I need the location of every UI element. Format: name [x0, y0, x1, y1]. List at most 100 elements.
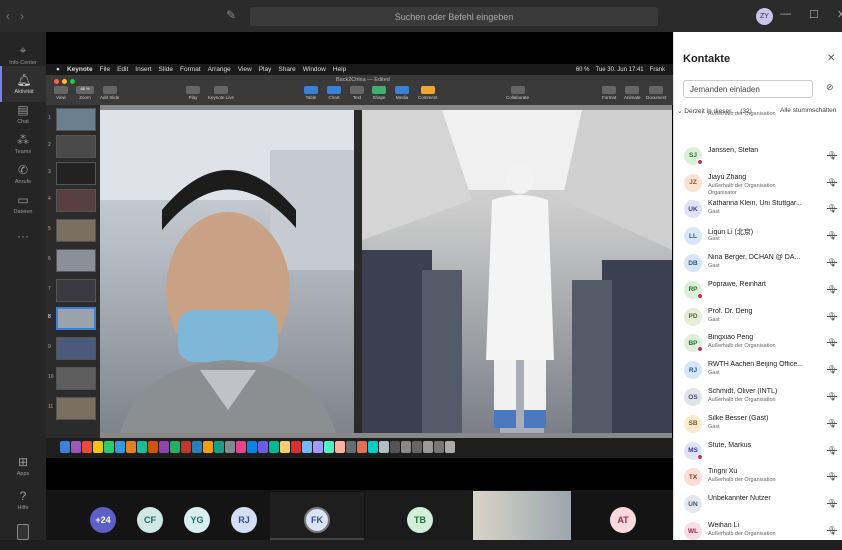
- contact-row[interactable]: JZ Jiayu Zhang Außerhalb der Organisation O…: [677, 171, 841, 198]
- participant-avatar[interactable]: CF: [137, 507, 163, 533]
- dock-app-icon[interactable]: [357, 441, 367, 453]
- dock-app-icon[interactable]: [170, 441, 180, 453]
- slide-thumbnail[interactable]: [56, 249, 96, 272]
- close-window-icon[interactable]: ✕: [837, 8, 842, 21]
- menu-share[interactable]: Share: [278, 66, 295, 73]
- mic-muted-icon[interactable]: 🎙︎: [827, 178, 837, 187]
- mic-muted-icon[interactable]: 🎙︎: [827, 499, 837, 508]
- close-icon[interactable]: ✕: [827, 53, 835, 64]
- contact-row[interactable]: TX Tingni Xu Außerhalb der Organisation 🎙︎: [677, 465, 841, 492]
- dock-app-icon[interactable]: [181, 441, 191, 453]
- media-button[interactable]: Media: [395, 86, 409, 100]
- search-input[interactable]: Suchen oder Befehl eingeben: [250, 7, 658, 26]
- trash-icon[interactable]: [445, 441, 455, 453]
- mic-muted-icon[interactable]: 🎙︎: [827, 526, 837, 535]
- mic-muted-icon[interactable]: 🎙︎: [827, 392, 837, 401]
- menu-keynote[interactable]: Keynote: [67, 66, 93, 73]
- slide-thumbnail[interactable]: [56, 108, 96, 131]
- dock-app-icon[interactable]: [236, 441, 246, 453]
- minimize-dot-icon[interactable]: [62, 79, 67, 84]
- mic-muted-icon[interactable]: 🎙︎: [827, 312, 837, 321]
- active-speaker-avatar[interactable]: FK: [304, 507, 330, 533]
- dock-app-icon[interactable]: [346, 441, 356, 453]
- dock-app-icon[interactable]: [280, 441, 290, 453]
- dock-app-icon[interactable]: [324, 441, 334, 453]
- dock-app-icon[interactable]: [126, 441, 136, 453]
- participant-video-tile[interactable]: [473, 491, 571, 540]
- mic-muted-icon[interactable]: 🎙︎: [827, 365, 837, 374]
- mic-muted-icon[interactable]: 🎙︎: [827, 204, 837, 213]
- contact-row[interactable]: DB Nina Berger, DCHAN @ DA... Gast 🎙︎: [677, 251, 841, 278]
- mic-muted-icon[interactable]: 🎙︎: [827, 338, 837, 347]
- menu-arrange[interactable]: Arrange: [208, 66, 231, 73]
- menu-file[interactable]: File: [100, 66, 110, 73]
- slide-thumbnail[interactable]: [56, 279, 96, 302]
- dock-app-icon[interactable]: [335, 441, 345, 453]
- slide-thumbnail[interactable]: [56, 337, 96, 360]
- dock-app-icon[interactable]: [247, 441, 257, 453]
- dock-app-icon[interactable]: [214, 441, 224, 453]
- maximize-icon[interactable]: ☐: [809, 8, 819, 21]
- slide-thumbnail[interactable]: [56, 135, 96, 158]
- contact-row[interactable]: OS Schmidt, Oliver (INTL) Außerhalb der Or…: [677, 385, 841, 412]
- zoom-button[interactable]: 68 % Zoom: [76, 86, 94, 100]
- dock-app-icon[interactable]: [203, 441, 213, 453]
- menu-format[interactable]: Format: [180, 66, 201, 73]
- mic-muted-icon[interactable]: 🎙︎: [827, 285, 837, 294]
- mic-muted-icon[interactable]: 🎙︎: [827, 472, 837, 481]
- participant-avatar[interactable]: TB: [407, 507, 433, 533]
- dock-app-icon[interactable]: [412, 441, 422, 453]
- contact-row[interactable]: PD Prof. Dr. Deng Gast 🎙︎: [677, 305, 841, 332]
- contact-row[interactable]: RP Poprawe, Reinhart 🎙︎: [677, 278, 841, 305]
- dock-app-icon[interactable]: [302, 441, 312, 453]
- finder-icon[interactable]: [60, 441, 70, 453]
- format-button[interactable]: Format: [602, 86, 616, 100]
- menu-window[interactable]: Window: [303, 66, 326, 73]
- contact-row[interactable]: SJ Janssen, Stefan 🎙︎: [677, 144, 841, 171]
- text-button[interactable]: Text: [350, 86, 364, 100]
- menu-insert[interactable]: Insert: [135, 66, 151, 73]
- dock-app-icon[interactable]: [434, 441, 444, 453]
- dock-app-icon[interactable]: [137, 441, 147, 453]
- slide-thumbnail[interactable]: [56, 189, 96, 212]
- dock-app-icon[interactable]: [115, 441, 125, 453]
- contact-row[interactable]: SB Silke Besser (Gast) Gast 🎙︎: [677, 412, 841, 439]
- dock-app-icon[interactable]: [104, 441, 114, 453]
- compose-icon[interactable]: ✎: [226, 8, 240, 22]
- dock-app-icon[interactable]: [423, 441, 433, 453]
- dock-app-icon[interactable]: [368, 441, 378, 453]
- minimize-icon[interactable]: —: [780, 8, 791, 21]
- dock-app-icon[interactable]: [269, 441, 279, 453]
- mic-muted-icon[interactable]: 🎙︎: [827, 419, 837, 428]
- menu-play[interactable]: Play: [259, 66, 272, 73]
- document-button[interactable]: Document: [646, 86, 667, 100]
- launchpad-icon[interactable]: [71, 441, 81, 453]
- dock-app-icon[interactable]: [192, 441, 202, 453]
- contact-row[interactable]: UK Katharina Klein, Uni Stuttgar... Gast 🎙︎: [677, 197, 841, 224]
- slide-thumbnail[interactable]: [56, 397, 96, 420]
- device-icon[interactable]: [0, 514, 46, 550]
- menu-view[interactable]: View: [238, 66, 252, 73]
- contact-row[interactable]: RJ RWTH Aachen Beijing Office... Gast 🎙︎: [677, 358, 841, 385]
- dock-app-icon[interactable]: [313, 441, 323, 453]
- mic-muted-icon[interactable]: 🎙︎: [827, 231, 837, 240]
- zoom-dot-icon[interactable]: [70, 79, 75, 84]
- dock-app-icon[interactable]: [93, 441, 103, 453]
- share-link-icon[interactable]: ⊘: [826, 82, 834, 93]
- animate-button[interactable]: Animate: [624, 86, 641, 100]
- chart-button[interactable]: Chart: [327, 86, 341, 100]
- dock-app-icon[interactable]: [159, 441, 169, 453]
- shape-button[interactable]: Shape: [372, 86, 386, 100]
- rail-item-apps[interactable]: ⊞ Apps: [0, 448, 46, 484]
- dock-app-icon[interactable]: [390, 441, 400, 453]
- view-button[interactable]: View: [54, 86, 68, 100]
- dock-app-icon[interactable]: [379, 441, 389, 453]
- menu-slide[interactable]: Slide: [159, 66, 173, 73]
- slide-thumbnail[interactable]: [56, 162, 96, 185]
- mic-muted-icon[interactable]: 🎙︎: [827, 258, 837, 267]
- add-slide-button[interactable]: Add Slide: [100, 86, 119, 100]
- menu-edit[interactable]: Edit: [117, 66, 128, 73]
- dock-app-icon[interactable]: [401, 441, 411, 453]
- contact-row[interactable]: BP Bingxiao Peng Außerhalb der Organisatio…: [677, 331, 841, 358]
- contact-row[interactable]: MS Stute, Markus 🎙︎: [677, 439, 841, 466]
